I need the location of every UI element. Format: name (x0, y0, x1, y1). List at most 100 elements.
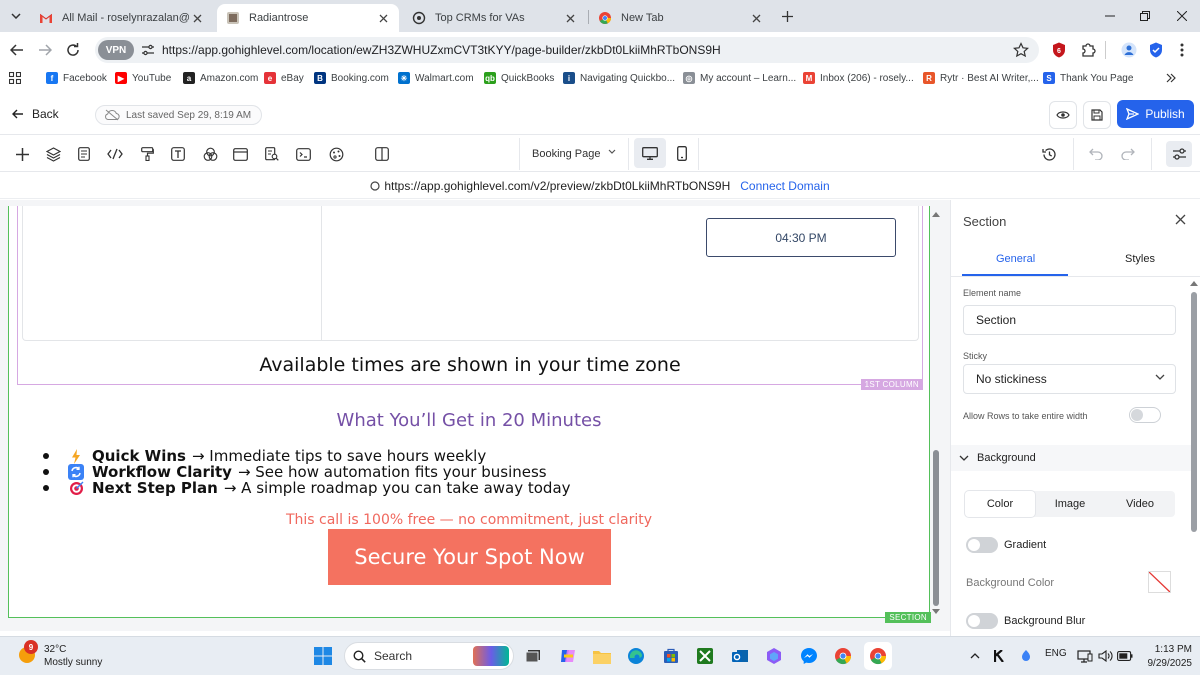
weather-widget[interactable]: 9 32°C Mostly sunny (16, 640, 102, 669)
messenger-icon[interactable] (798, 645, 820, 667)
edge-icon[interactable] (625, 645, 647, 667)
close-tab-icon[interactable] (375, 10, 391, 26)
taskbar-search[interactable]: Search (344, 642, 514, 670)
tray-app-icon[interactable] (1015, 645, 1037, 667)
browser-menu-icon[interactable] (1173, 41, 1191, 59)
new-tab-button[interactable] (777, 7, 797, 25)
bookmark-item[interactable]: M Inbox (206) - rosely... (803, 71, 914, 85)
restore-button[interactable] (1127, 0, 1163, 32)
scroll-up-icon[interactable] (932, 210, 940, 218)
bookmark-item[interactable]: ▶ YouTube (115, 71, 171, 85)
reload-button[interactable] (62, 39, 84, 61)
show-hidden-icons[interactable] (964, 645, 986, 667)
close-tab-icon[interactable] (189, 10, 205, 26)
site-info-icon[interactable] (140, 42, 156, 58)
tab-new-tab[interactable]: New Tab (589, 4, 772, 32)
allow-rows-toggle[interactable] (1129, 407, 1161, 423)
page-section[interactable]: 04:30 PM Available times are shown in yo… (8, 206, 931, 623)
tab-radiantrose[interactable]: Radiantrose (217, 4, 399, 32)
mobile-view-button[interactable] (666, 138, 698, 168)
forward-nav-button[interactable] (34, 39, 56, 61)
undo-icon[interactable] (1086, 144, 1106, 164)
save-button[interactable] (1083, 101, 1111, 129)
chrome-active-icon[interactable] (864, 642, 892, 670)
url-text[interactable]: https://app.gohighlevel.com/location/ewZ… (162, 43, 721, 57)
form-search-icon[interactable] (262, 144, 282, 164)
popup-icon[interactable] (230, 144, 250, 164)
language-indicator[interactable]: ENG (1045, 648, 1067, 659)
settings-sliders-icon[interactable] (1166, 141, 1192, 167)
first-column[interactable]: 04:30 PM Available times are shown in yo… (17, 206, 923, 390)
back-button[interactable]: Back (12, 107, 59, 121)
typography-icon[interactable] (168, 144, 188, 164)
battery-icon[interactable] (1114, 645, 1136, 667)
more-bookmarks-icon[interactable] (1166, 71, 1176, 85)
task-view-icon[interactable] (522, 645, 544, 667)
scroll-down-icon[interactable] (932, 608, 940, 616)
extensions-puzzle-icon[interactable] (1079, 41, 1097, 59)
xbox-icon[interactable] (694, 645, 716, 667)
scrollbar-thumb[interactable] (933, 450, 939, 606)
system-clock[interactable]: 1:13 PM 9/29/2025 (1142, 643, 1193, 671)
layers-icon[interactable] (43, 144, 63, 164)
minimize-button[interactable] (1092, 0, 1128, 32)
canvas-scrollbar[interactable] (930, 206, 942, 618)
bookmark-item[interactable]: S Thank You Page (1043, 71, 1133, 85)
bookmark-item[interactable]: ◎ My account – Learn... (683, 71, 796, 85)
windows-start-icon[interactable] (312, 645, 334, 667)
bookmark-item[interactable]: ✳ Walmart.com (398, 71, 474, 85)
split-view-icon[interactable] (372, 144, 392, 164)
close-tab-icon[interactable] (748, 10, 764, 26)
close-tab-icon[interactable] (562, 10, 578, 26)
preview-url[interactable]: https://app.gohighlevel.com/v2/preview/z… (384, 179, 730, 193)
settings-icon[interactable] (326, 144, 346, 164)
scroll-up-icon[interactable] (1190, 280, 1198, 286)
bookmark-item[interactable]: f Facebook (46, 71, 107, 85)
sticky-select[interactable]: No stickiness (963, 364, 1176, 394)
tab-general[interactable]: General (996, 253, 1035, 265)
back-nav-button[interactable] (6, 39, 28, 61)
copilot-icon[interactable] (557, 645, 579, 667)
preview-button[interactable] (1049, 101, 1077, 129)
tracking-code-icon[interactable] (293, 144, 313, 164)
color-palette-icon[interactable] (200, 144, 220, 164)
bookmark-item[interactable]: qb QuickBooks (484, 71, 554, 85)
bookmark-item[interactable]: B Booking.com (314, 71, 389, 85)
page-select-dropdown[interactable]: Booking Page (519, 138, 629, 170)
close-window-button[interactable] (1164, 0, 1200, 32)
bookmark-star-icon[interactable] (1013, 42, 1029, 58)
profile-avatar-icon[interactable] (1120, 41, 1138, 59)
chrome-taskbar-icon[interactable] (832, 645, 854, 667)
history-icon[interactable] (1039, 144, 1059, 164)
volume-icon[interactable] (1094, 645, 1116, 667)
close-panel-icon[interactable] (1175, 214, 1186, 225)
tab-search-dropdown[interactable] (6, 7, 26, 25)
vpn-badge[interactable]: VPN (98, 40, 134, 60)
desktop-view-button[interactable] (634, 138, 666, 168)
paint-roller-icon[interactable] (137, 144, 157, 164)
bg-tab-image[interactable]: Image (1035, 491, 1105, 517)
tab-styles[interactable]: Styles (1125, 253, 1155, 265)
scrollbar-thumb[interactable] (1191, 292, 1197, 532)
secure-spot-button[interactable]: Secure Your Spot Now (328, 529, 611, 585)
file-explorer-icon[interactable] (591, 645, 613, 667)
code-icon[interactable] (105, 144, 125, 164)
tab-gmail[interactable]: All Mail - roselynrazalan@gmail (30, 4, 213, 32)
outlook-icon[interactable] (729, 645, 751, 667)
shield-extension-icon[interactable] (1147, 41, 1165, 59)
apps-grid-icon[interactable] (9, 71, 21, 85)
background-section-header[interactable]: Background (951, 445, 1191, 471)
redo-icon[interactable] (1118, 144, 1138, 164)
gradient-toggle[interactable] (966, 537, 998, 553)
ublock-extension-icon[interactable]: 6 (1050, 41, 1068, 59)
pages-icon[interactable] (74, 144, 94, 164)
bg-color-swatch[interactable] (1148, 571, 1171, 593)
k-app-tray-icon[interactable] (989, 645, 1011, 667)
time-slot-button[interactable]: 04:30 PM (706, 218, 896, 257)
tab-top-crms[interactable]: Top CRMs for VAs (403, 4, 586, 32)
element-name-input[interactable]: Section (963, 305, 1176, 335)
panel-scrollbar[interactable] (1190, 280, 1198, 630)
address-bar[interactable]: VPN https://app.gohighlevel.com/location… (95, 37, 1039, 63)
bookmark-item[interactable]: R Rytr · Best AI Writer,... (923, 71, 1039, 85)
bookmark-item[interactable]: e eBay (264, 71, 304, 85)
